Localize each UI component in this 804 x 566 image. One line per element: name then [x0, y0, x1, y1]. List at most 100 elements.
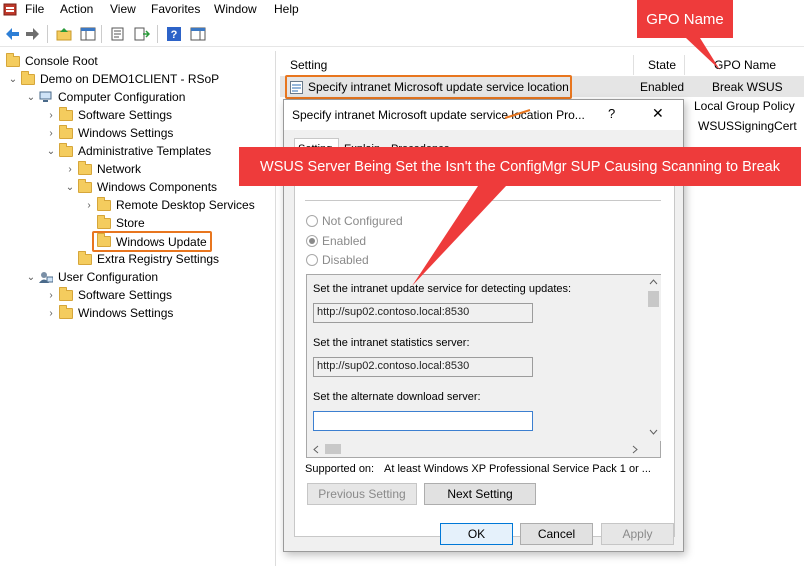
statistics-server-field[interactable]: http://sup02.contoso.local:8530	[313, 357, 533, 377]
gpo-name-break-wsus: Break WSUS	[712, 80, 783, 94]
chevron-right-icon[interactable]: ›	[46, 290, 56, 301]
scroll-up-icon[interactable]	[649, 279, 658, 285]
radio-dot	[306, 215, 318, 227]
radio-enabled[interactable]: Enabled	[306, 234, 366, 248]
menu-action[interactable]: Action	[60, 2, 93, 16]
back-arrow-icon[interactable]	[3, 25, 21, 43]
apply-button[interactable]: Apply	[601, 523, 674, 545]
tree-uc-windows-settings[interactable]: › Windows Settings	[46, 304, 173, 322]
vertical-scrollbar[interactable]	[646, 275, 661, 441]
action-pane-icon[interactable]	[189, 25, 207, 43]
tree-rsop[interactable]: ⌄ Demo on DEMO1CLIENT - RSoP	[8, 70, 219, 88]
help-button[interactable]: ?	[608, 106, 615, 121]
setting-name: Specify intranet Microsoft update servic…	[308, 80, 569, 94]
chevron-down-icon[interactable]: ⌄	[26, 92, 36, 103]
tree-label: Extra Registry Settings	[97, 252, 220, 266]
tree-label: Remote Desktop Services	[116, 198, 255, 212]
tree-label: Network	[97, 162, 142, 176]
scroll-left-icon[interactable]	[313, 445, 319, 454]
next-setting-button[interactable]: Next Setting	[424, 483, 536, 505]
radio-not-configured[interactable]: Not Configured	[306, 214, 403, 228]
wsus-server-callout: WSUS Server Being Set the Isn't the Conf…	[239, 147, 801, 186]
setting-state: Enabled	[640, 80, 685, 94]
gpo-name-wsussigningcert: WSUSSigningCert	[698, 119, 797, 133]
tree-cc-software-settings[interactable]: › Software Settings	[46, 106, 172, 124]
tree-label: Computer Configuration	[58, 90, 186, 104]
chevron-down-icon[interactable]: ⌄	[26, 272, 36, 283]
label-statistics-server: Set the intranet statistics server:	[313, 337, 470, 349]
folder-icon	[59, 286, 73, 301]
alternate-download-field[interactable]	[313, 411, 533, 431]
tree-console-root[interactable]: Console Root	[3, 52, 98, 70]
tree-store[interactable]: Store	[94, 214, 145, 232]
gpo-name-callout: GPO Name	[637, 0, 733, 38]
tree-windows-update[interactable]: Windows Update	[92, 231, 212, 252]
folder-icon	[97, 214, 111, 229]
tree-label: Windows Update	[116, 234, 207, 249]
chevron-down-icon[interactable]: ⌄	[8, 74, 18, 85]
chevron-right-icon[interactable]: ›	[84, 200, 94, 211]
folder-icon	[59, 304, 73, 319]
menu-file[interactable]: File	[25, 2, 44, 16]
folder-icon	[97, 233, 111, 247]
tree-user-configuration[interactable]: ⌄ User Configuration	[26, 268, 158, 286]
scroll-thumb-horizontal[interactable]	[325, 444, 341, 454]
tree-remote-desktop-services[interactable]: › Remote Desktop Services	[84, 196, 255, 214]
horizontal-scrollbar[interactable]	[307, 441, 646, 457]
supported-on-label: Supported on:	[305, 463, 375, 475]
close-button[interactable]: ✕	[652, 105, 664, 122]
tree-label: Software Settings	[78, 108, 173, 122]
menu-view[interactable]: View	[110, 2, 136, 16]
scroll-down-icon[interactable]	[649, 429, 658, 435]
tree-label: Administrative Templates	[78, 144, 212, 158]
chevron-right-icon[interactable]: ›	[46, 308, 56, 319]
tree-extra-registry-settings[interactable]: Extra Registry Settings	[75, 250, 219, 268]
menu-help[interactable]: Help	[274, 2, 299, 16]
column-header-gpo-name[interactable]: GPO Name	[714, 55, 776, 75]
scroll-thumb[interactable]	[648, 291, 659, 307]
tree-computer-configuration[interactable]: ⌄ Computer Configuration	[26, 88, 186, 106]
user-icon	[39, 272, 53, 283]
tree-windows-components[interactable]: ⌄ Windows Components	[65, 178, 217, 196]
detect-updates-field[interactable]: http://sup02.contoso.local:8530	[313, 303, 533, 323]
cancel-button[interactable]: Cancel	[520, 523, 593, 545]
dialog-title-bar: Specify intranet Microsoft update servic…	[284, 100, 683, 130]
folder-icon	[78, 178, 92, 193]
chevron-down-icon[interactable]: ⌄	[46, 146, 56, 157]
chevron-right-icon[interactable]: ›	[46, 128, 56, 139]
setting-cell[interactable]: Specify intranet Microsoft update servic…	[285, 75, 572, 99]
tree-label: User Configuration	[58, 270, 159, 284]
chevron-right-icon[interactable]: ›	[65, 164, 75, 175]
folder-icon	[59, 124, 73, 139]
menu-window[interactable]: Window	[214, 2, 257, 16]
radio-dot-selected	[306, 235, 318, 247]
tree-network[interactable]: › Network	[65, 160, 141, 178]
menu-favorites[interactable]: Favorites	[151, 2, 200, 16]
tree-label: Console Root	[25, 54, 98, 68]
chevron-down-icon[interactable]: ⌄	[65, 182, 75, 193]
scroll-right-icon[interactable]	[632, 445, 638, 454]
export-list-icon[interactable]	[133, 25, 151, 43]
tree-label: Software Settings	[78, 288, 173, 302]
folder-icon	[21, 70, 35, 85]
ok-button[interactable]: OK	[440, 523, 513, 545]
help-icon[interactable]: ?	[165, 25, 183, 43]
previous-setting-button[interactable]: Previous Setting	[307, 483, 417, 505]
tree-administrative-templates[interactable]: ⌄ Administrative Templates	[46, 142, 211, 160]
chevron-right-icon[interactable]: ›	[46, 110, 56, 121]
column-header-setting[interactable]: Setting	[290, 55, 327, 75]
tree-label: Demo on DEMO1CLIENT - RSoP	[40, 72, 220, 86]
forward-arrow-icon[interactable]	[24, 25, 42, 43]
show-hide-tree-icon[interactable]	[79, 25, 97, 43]
tree-uc-software-settings[interactable]: › Software Settings	[46, 286, 172, 304]
radio-disabled[interactable]: Disabled	[306, 253, 369, 267]
policy-setting-icon	[290, 80, 303, 94]
column-header-state[interactable]: State	[648, 55, 676, 75]
properties-icon[interactable]	[109, 25, 127, 43]
label-detect-updates: Set the intranet update service for dete…	[313, 283, 572, 295]
folder-icon	[97, 196, 111, 211]
up-folder-icon[interactable]	[55, 25, 73, 43]
gpo-name-local-group-policy: Local Group Policy	[694, 99, 795, 113]
options-panel: Set the intranet update service for dete…	[306, 274, 661, 458]
tree-cc-windows-settings[interactable]: › Windows Settings	[46, 124, 173, 142]
